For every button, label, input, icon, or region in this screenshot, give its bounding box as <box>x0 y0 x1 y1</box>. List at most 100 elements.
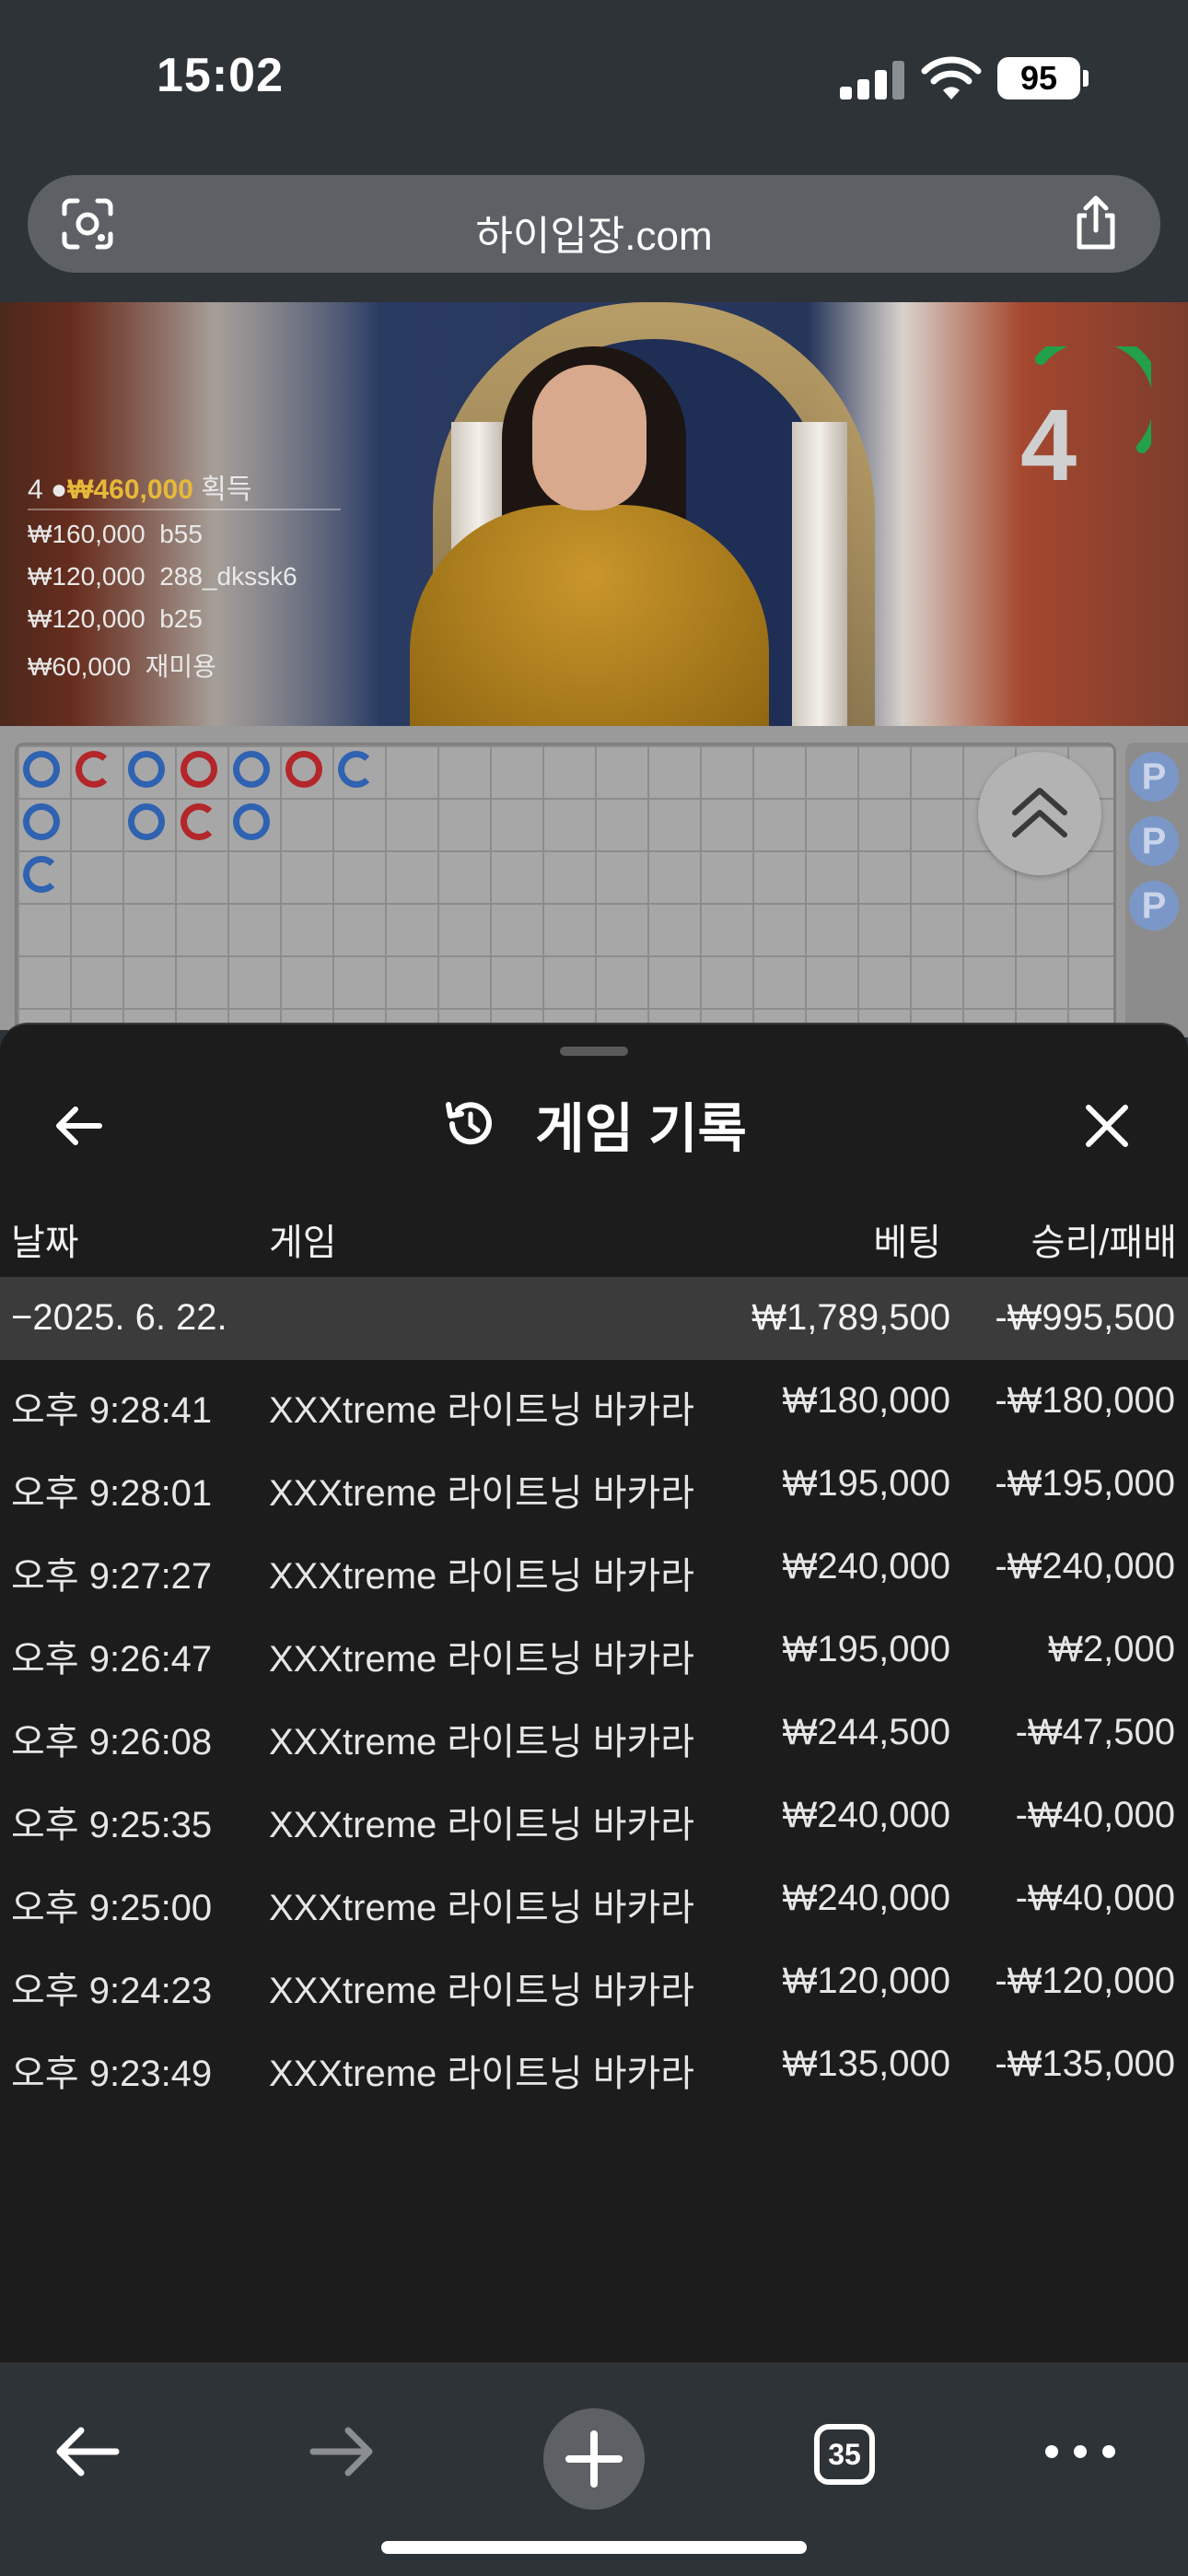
row-bet: ₩195,000 <box>782 1463 950 1504</box>
history-row[interactable]: 오후 9:23:49 XXXtreme 라이트닝 바카라 ₩135,000 -₩… <box>0 2023 1188 2106</box>
row-time: 오후 9:25:00 <box>11 1888 213 1928</box>
bead-player <box>23 856 60 893</box>
column-result: 승리/패배 <box>1031 1223 1177 1263</box>
bead-player <box>23 803 60 840</box>
row-time: 오후 9:28:01 <box>11 1473 213 1514</box>
status-time: 15:02 <box>157 49 284 102</box>
summary-result: -₩995,500 <box>995 1297 1175 1338</box>
row-game: XXXtreme 라이트닝 바카라 <box>269 2054 695 2094</box>
side-player-badge: P <box>1129 752 1179 802</box>
history-row[interactable]: 오후 9:26:08 XXXtreme 라이트닝 바카라 ₩244,500 -₩… <box>0 1692 1188 1774</box>
history-row[interactable]: 오후 9:27:27 XXXtreme 라이트닝 바카라 ₩240,000 -₩… <box>0 1526 1188 1609</box>
side-player-badge: P <box>1129 881 1179 931</box>
history-icon <box>446 1102 493 1145</box>
column-game: 게임 <box>269 1223 337 1263</box>
dealer-face <box>532 365 646 510</box>
winner-row: ₩160,000 b55 <box>28 520 203 548</box>
winner-row: ₩60,000 재미용 <box>28 652 216 681</box>
wifi-icon <box>921 56 982 100</box>
bead-road: P P P <box>0 726 1188 1043</box>
bead-player <box>338 751 375 788</box>
bead-player <box>23 751 60 788</box>
row-bet: ₩180,000 <box>782 1380 950 1421</box>
bead-banker <box>181 751 217 788</box>
row-time: 오후 9:26:47 <box>11 1639 213 1680</box>
row-bet: ₩120,000 <box>782 1961 950 2001</box>
pillar <box>792 422 847 726</box>
row-bet: ₩240,000 <box>782 1546 950 1587</box>
row-game: XXXtreme 라이트닝 바카라 <box>269 1473 695 1514</box>
close-icon[interactable] <box>1079 1098 1135 1153</box>
row-game: XXXtreme 라이트닝 바카라 <box>269 1888 695 1928</box>
row-bet: ₩240,000 <box>782 1878 950 1918</box>
row-time: 오후 9:27:27 <box>11 1556 213 1597</box>
bead-player <box>128 751 165 788</box>
winner-row: ₩120,000 288_dkssk6 <box>28 562 297 591</box>
bead-banker <box>181 803 217 840</box>
date-summary-row[interactable]: −2025. 6. 22. ₩1,789,500 -₩995,500 <box>0 1277 1188 1360</box>
back-icon[interactable] <box>46 2410 129 2493</box>
chevron-up-icon <box>1012 788 1067 837</box>
side-player-badge: P <box>1129 816 1179 866</box>
summary-date: −2025. 6. 22. <box>11 1297 227 1338</box>
drag-handle[interactable] <box>560 1047 628 1056</box>
plus-icon <box>565 2430 623 2488</box>
winners-header: 4 ●₩460,000 획득 <box>28 474 252 505</box>
row-result: -₩240,000 <box>995 1546 1175 1587</box>
winners-divider <box>28 509 341 510</box>
row-bet: ₩244,500 <box>782 1712 950 1752</box>
winner-row: ₩120,000 b25 <box>28 604 203 633</box>
row-time: 오후 9:23:49 <box>11 2054 213 2094</box>
tab-switcher-button[interactable]: 35 <box>814 2424 875 2485</box>
bead-player <box>128 803 165 840</box>
bead-player <box>233 751 270 788</box>
status-bar: 15:02 95 <box>0 0 1188 166</box>
battery-level: 95 <box>997 57 1080 100</box>
game-history-panel: 게임 기록 날짜 게임 베팅 승리/패배 −2025. 6. 22. ₩1,78… <box>0 1023 1188 2364</box>
row-time: 오후 9:28:41 <box>11 1390 213 1431</box>
history-row[interactable]: 오후 9:28:41 XXXtreme 라이트닝 바카라 ₩180,000 -₩… <box>0 1360 1188 1443</box>
person-icon: ● <box>51 474 68 505</box>
row-result: -₩40,000 <box>1015 1878 1175 1918</box>
row-bet: ₩240,000 <box>782 1795 950 1835</box>
panel-title: 게임 기록 <box>0 1085 1188 1163</box>
history-row[interactable]: 오후 9:25:00 XXXtreme 라이트닝 바카라 ₩240,000 -₩… <box>0 1857 1188 1940</box>
row-game: XXXtreme 라이트닝 바카라 <box>269 1556 695 1597</box>
column-bet: 베팅 <box>873 1223 941 1263</box>
battery-icon <box>1083 70 1089 87</box>
row-game: XXXtreme 라이트닝 바카라 <box>269 1805 695 1845</box>
row-result: -₩180,000 <box>995 1380 1175 1421</box>
row-result: -₩195,000 <box>995 1463 1175 1504</box>
history-row[interactable]: 오후 9:26:47 XXXtreme 라이트닝 바카라 ₩195,000 ₩2… <box>0 1609 1188 1692</box>
row-result: -₩40,000 <box>1015 1795 1175 1835</box>
roadmap-grid <box>15 743 1116 1043</box>
row-game: XXXtreme 라이트닝 바카라 <box>269 1722 695 1762</box>
row-result: -₩47,500 <box>1015 1712 1175 1752</box>
row-time: 오후 9:26:08 <box>11 1722 213 1762</box>
bead-banker <box>285 751 322 788</box>
row-game: XXXtreme 라이트닝 바카라 <box>269 1639 695 1680</box>
url-text[interactable]: 하이입장.com <box>28 203 1160 262</box>
history-row[interactable]: 오후 9:24:23 XXXtreme 라이트닝 바카라 ₩120,000 -₩… <box>0 1940 1188 2023</box>
summary-bet: ₩1,789,500 <box>751 1297 950 1338</box>
forward-icon[interactable] <box>300 2410 383 2493</box>
history-row[interactable]: 오후 9:28:01 XXXtreme 라이트닝 바카라 ₩195,000 -₩… <box>0 1443 1188 1526</box>
new-tab-button[interactable] <box>543 2408 645 2510</box>
history-row[interactable]: 오후 9:25:35 XXXtreme 라이트닝 바카라 ₩240,000 -₩… <box>0 1774 1188 1857</box>
row-time: 오후 9:25:35 <box>11 1805 213 1845</box>
row-time: 오후 9:24:23 <box>11 1971 213 2011</box>
bead-banker <box>76 751 112 788</box>
row-result: ₩2,000 <box>1048 1629 1175 1669</box>
more-icon[interactable] <box>1039 2410 1122 2493</box>
home-indicator[interactable] <box>381 2541 807 2554</box>
expand-roadmap-button[interactable] <box>978 752 1101 875</box>
address-bar[interactable]: 하이입장.com <box>28 175 1160 273</box>
cellular-signal-icon <box>840 59 904 100</box>
countdown-timer: 4 <box>1020 389 1077 502</box>
bead-player <box>233 803 270 840</box>
row-game: XXXtreme 라이트닝 바카라 <box>269 1390 695 1431</box>
live-video[interactable]: 4 ●₩460,000 획득 ₩160,000 b55 ₩120,000 288… <box>0 302 1188 726</box>
row-result: -₩120,000 <box>995 1961 1175 2001</box>
row-game: XXXtreme 라이트닝 바카라 <box>269 1971 695 2011</box>
share-icon[interactable] <box>1070 195 1122 251</box>
